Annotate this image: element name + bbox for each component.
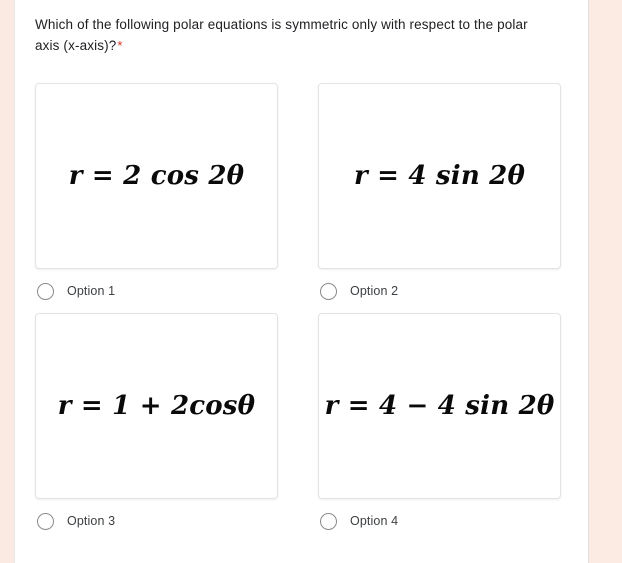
page-left-background-strip (0, 0, 13, 563)
page-root: Which of the following polar equations i… (0, 0, 622, 563)
options-grid: r = 2 cos 2θ Option 1 r = 4 sin 2θ Optio… (35, 83, 568, 543)
question-card-content: Which of the following polar equations i… (15, 0, 588, 543)
option-2-label: Option 2 (350, 284, 399, 298)
option-1-cell: r = 2 cos 2θ Option 1 (35, 83, 278, 313)
option-1-equation-image: r = 2 cos 2θ (35, 83, 278, 269)
option-2-cell: r = 4 sin 2θ Option 2 (318, 83, 561, 313)
option-2-equation-text: r = 4 sin 2θ (353, 161, 526, 191)
required-asterisk: * (117, 38, 123, 53)
option-2-equation-image: r = 4 sin 2θ (318, 83, 561, 269)
option-1-equation-text: r = 2 cos 2θ (68, 161, 245, 191)
option-3-equation-image: r = 1 + 2cosθ (35, 313, 278, 499)
option-3-label: Option 3 (67, 514, 116, 528)
option-4-label: Option 4 (350, 514, 399, 528)
page-right-background-strip (589, 0, 622, 563)
option-2-radio-row[interactable]: Option 2 (318, 269, 561, 313)
option-3-cell: r = 1 + 2cosθ Option 3 (35, 313, 278, 543)
option-4-equation-image: r = 4 − 4 sin 2θ (318, 313, 561, 499)
radio-unchecked-icon-option-2[interactable] (320, 282, 337, 300)
options-column-spacer-bottom (278, 313, 318, 543)
radio-unchecked-icon-option-1[interactable] (37, 282, 54, 300)
option-1-label: Option 1 (67, 284, 116, 298)
radio-unchecked-icon-option-4[interactable] (320, 512, 337, 530)
radio-unchecked-icon-option-3[interactable] (37, 512, 54, 530)
question-title-text: Which of the following polar equations i… (35, 17, 528, 53)
option-1-radio-row[interactable]: Option 1 (35, 269, 278, 313)
question-card: Which of the following polar equations i… (14, 0, 589, 563)
question-title: Which of the following polar equations i… (35, 10, 545, 56)
options-column-spacer-top (278, 83, 318, 313)
option-4-radio-row[interactable]: Option 4 (318, 499, 561, 543)
option-4-cell: r = 4 − 4 sin 2θ Option 4 (318, 313, 561, 543)
option-4-equation-text: r = 4 − 4 sin 2θ (324, 391, 555, 421)
option-3-radio-row[interactable]: Option 3 (35, 499, 278, 543)
option-3-equation-text: r = 1 + 2cosθ (57, 391, 256, 421)
